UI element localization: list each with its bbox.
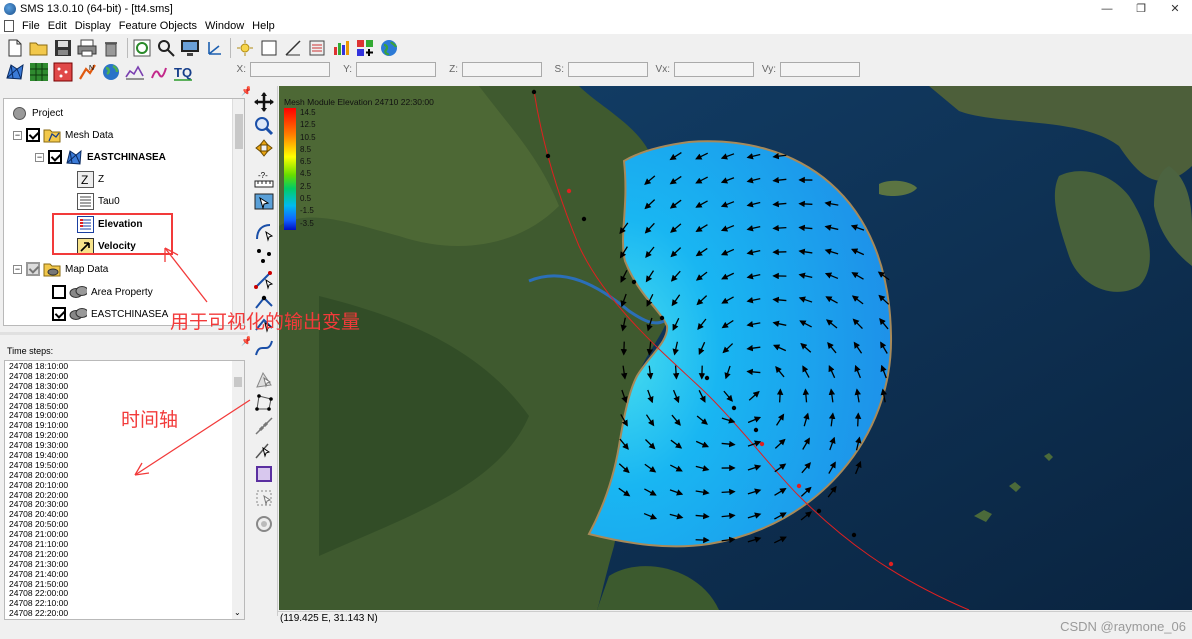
sms-app-window: SMS 13.0.10 (64-bit) - [tt4.sms] — ❐ ✕ F… [0,0,1192,639]
annotation-output-vars: 用于可视化的输出变量 [170,311,361,333]
annotation-timeline: 时间轴 [121,409,179,431]
annotation-arrow-1 [164,247,208,303]
